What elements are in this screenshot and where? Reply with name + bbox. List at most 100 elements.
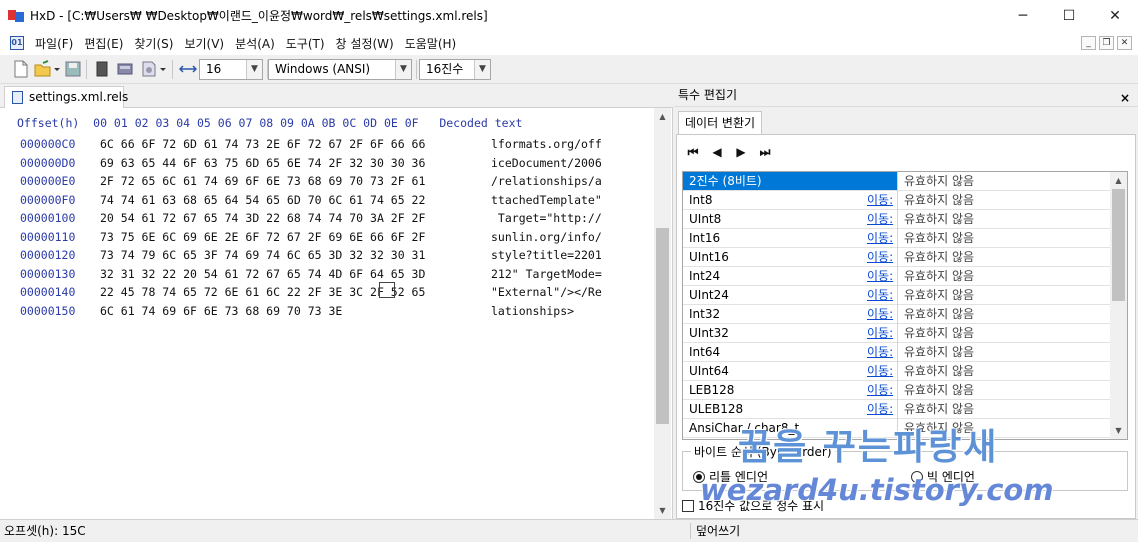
hex-row[interactable]: 00000140 22 45 78 74 65 72 6E 61 6C 22 2F… — [0, 285, 650, 304]
close-button[interactable]: ✕ — [1092, 0, 1138, 31]
new-file-icon[interactable] — [12, 60, 30, 78]
tab-data-inspector[interactable]: 데이터 변환기 — [678, 111, 763, 135]
hex-row[interactable]: 000000D0 69 63 65 44 6F 63 75 6D 65 6E 74… — [0, 156, 650, 175]
row-decoded-text[interactable]: lationships> — [491, 304, 574, 318]
row-hex-bytes[interactable]: 6C 61 74 69 6F 6E 73 68 69 70 73 3E — [100, 304, 342, 318]
data-type-value[interactable]: 유효하지 않음 — [897, 381, 1111, 400]
goto-link[interactable]: 이동: — [867, 324, 893, 342]
row-hex-bytes[interactable]: 69 63 65 44 6F 63 75 6D 65 6E 74 2F 32 3… — [100, 156, 425, 170]
hex-integer-checkbox[interactable]: 16진수 값으로 정수 표시 — [682, 497, 824, 514]
goto-link[interactable]: 이동: — [867, 305, 893, 323]
row-hex-bytes[interactable]: 2F 72 65 6C 61 74 69 6F 6E 73 68 69 70 7… — [100, 174, 425, 188]
menu-search[interactable]: 찾기(S) — [134, 35, 173, 52]
goto-link[interactable]: 이동: — [867, 229, 893, 247]
goto-link[interactable]: 이동: — [867, 191, 893, 209]
data-type-value[interactable]: 유효하지 않음 — [897, 362, 1111, 381]
data-type-value[interactable]: 유효하지 않음 — [897, 172, 1111, 191]
ram-icon[interactable] — [93, 60, 111, 78]
data-type-row[interactable]: Int24 이동: 유효하지 않음 — [683, 267, 1111, 286]
save-icon[interactable] — [64, 60, 82, 78]
data-type-value[interactable]: 유효하지 않음 — [897, 191, 1111, 210]
disk-image-icon[interactable] — [140, 60, 158, 78]
first-icon[interactable]: ⏮ — [685, 145, 701, 160]
hex-row[interactable]: 00000100 20 54 61 72 67 65 74 3D 22 68 74… — [0, 211, 650, 230]
scroll-down-icon[interactable]: ▼ — [654, 502, 671, 519]
row-decoded-text[interactable]: /relationships/a — [491, 174, 602, 188]
mdi-restore-button[interactable]: ❐ — [1099, 36, 1114, 50]
row-decoded-text[interactable]: ttachedTemplate" — [491, 193, 602, 207]
data-type-row[interactable]: UInt8 이동: 유효하지 않음 — [683, 210, 1111, 229]
data-type-row[interactable]: 2진수 (8비트) 유효하지 않음 — [683, 172, 1111, 191]
scroll-thumb[interactable] — [656, 228, 669, 424]
menu-view[interactable]: 보기(V) — [184, 35, 224, 52]
previous-icon[interactable]: ◀ — [709, 145, 725, 160]
bytes-per-row-select[interactable]: 16 ▼ — [199, 59, 263, 80]
tab-settings-xml-rels[interactable]: settings.xml.rels — [4, 86, 128, 109]
data-type-value[interactable]: 유효하지 않음 — [897, 210, 1111, 229]
goto-link[interactable]: 이동: — [867, 381, 893, 399]
data-type-row[interactable]: UInt16 이동: 유효하지 않음 — [683, 248, 1111, 267]
menu-tools[interactable]: 도구(T) — [286, 35, 325, 52]
maximize-button[interactable]: ☐ — [1046, 0, 1092, 31]
mdi-close-button[interactable]: ✕ — [1117, 36, 1132, 50]
data-type-value[interactable]: 유효하지 않음 — [897, 248, 1111, 267]
data-type-value[interactable]: 유효하지 않음 — [897, 229, 1111, 248]
menu-help[interactable]: 도움말(H) — [405, 35, 457, 52]
goto-link[interactable]: 이동: — [867, 400, 893, 418]
data-type-row[interactable]: UInt24 이동: 유효하지 않음 — [683, 286, 1111, 305]
charset-select[interactable]: Windows (ANSI) ▼ — [268, 59, 412, 80]
hex-row[interactable]: 00000120 73 74 79 6C 65 3F 74 69 74 6C 65… — [0, 248, 650, 267]
goto-link[interactable]: 이동: — [867, 362, 893, 380]
row-decoded-text[interactable]: sunlin.org/info/ — [491, 230, 602, 244]
menu-window[interactable]: 창 설정(W) — [336, 35, 394, 52]
row-decoded-text[interactable]: iceDocument/2006 — [491, 156, 602, 170]
goto-link[interactable]: 이동: — [867, 286, 893, 304]
row-hex-bytes[interactable]: 73 75 6E 6C 69 6E 2E 6F 72 67 2F 69 6E 6… — [100, 230, 425, 244]
data-type-value[interactable]: 유효하지 않음 — [897, 400, 1111, 419]
data-table-scrollbar[interactable]: ▲ ▼ — [1110, 172, 1127, 439]
menu-edit[interactable]: 편집(E) — [84, 35, 123, 52]
disk-icon[interactable] — [116, 60, 134, 78]
mdi-minimize-button[interactable]: _ — [1081, 36, 1096, 50]
last-icon[interactable]: ⏭ — [757, 145, 773, 160]
open-dropdown-arrow-icon[interactable] — [52, 60, 62, 78]
row-hex-bytes[interactable]: 20 54 61 72 67 65 74 3D 22 68 74 74 70 3… — [100, 211, 425, 225]
row-decoded-text[interactable]: "External"/></Re — [491, 285, 602, 299]
menu-analysis[interactable]: 분석(A) — [235, 35, 275, 52]
scroll-down-icon[interactable]: ▼ — [1110, 422, 1127, 439]
hex-row[interactable]: 000000E0 2F 72 65 6C 61 74 69 6F 6E 73 68… — [0, 174, 650, 193]
little-endian-radio[interactable]: 리틀 엔디언 — [693, 468, 768, 485]
data-type-row[interactable]: Int64 이동: 유효하지 않음 — [683, 343, 1111, 362]
row-hex-bytes[interactable]: 73 74 79 6C 65 3F 74 69 74 6C 65 3D 32 3… — [100, 248, 425, 262]
hex-vertical-scrollbar[interactable]: ▲ ▼ — [654, 108, 671, 519]
data-type-row[interactable]: UInt64 이동: 유효하지 않음 — [683, 362, 1111, 381]
data-type-value[interactable]: 유효하지 않음 — [897, 419, 1111, 438]
row-hex-bytes[interactable]: 6C 66 6F 72 6D 61 74 73 2E 6F 72 67 2F 6… — [100, 137, 425, 151]
data-type-value[interactable]: 유효하지 않음 — [897, 305, 1111, 324]
hex-row[interactable]: 000000F0 74 74 61 63 68 65 64 54 65 6D 70… — [0, 193, 650, 212]
panel-close-icon[interactable]: × — [1120, 87, 1130, 109]
document-icon[interactable]: 01 — [10, 36, 24, 50]
data-type-row[interactable]: LEB128 이동: 유효하지 않음 — [683, 381, 1111, 400]
scroll-up-icon[interactable]: ▲ — [654, 108, 671, 125]
goto-link[interactable]: 이동: — [867, 210, 893, 228]
data-type-value[interactable]: 유효하지 않음 — [897, 286, 1111, 305]
goto-link[interactable]: 이동: — [867, 248, 893, 266]
data-type-row[interactable]: ULEB128 이동: 유효하지 않음 — [683, 400, 1111, 419]
offset-base-select[interactable]: 16진수 ▼ — [419, 59, 491, 80]
row-hex-bytes[interactable]: 74 74 61 63 68 65 64 54 65 6D 70 6C 61 7… — [100, 193, 425, 207]
row-hex-bytes[interactable]: 32 31 32 22 20 54 61 72 67 65 74 4D 6F 6… — [100, 267, 425, 281]
data-type-table[interactable]: 2진수 (8비트) 유효하지 않음 Int8 이동: 유효하지 않음 UInt8 이동: 유효… — [682, 171, 1128, 440]
menu-file[interactable]: 파일(F) — [35, 35, 73, 52]
disk-dropdown-arrow-icon[interactable] — [158, 60, 168, 78]
row-decoded-text[interactable]: 212" TargetMode= — [491, 267, 602, 281]
data-type-row[interactable]: Int32 이동: 유효하지 않음 — [683, 305, 1111, 324]
data-type-row[interactable]: Int8 이동: 유효하지 않음 — [683, 191, 1111, 210]
hex-row[interactable]: 00000130 32 31 32 22 20 54 61 72 67 65 74… — [0, 267, 650, 286]
hex-editor[interactable]: Offset(h) 00 01 02 03 04 05 06 07 08 09 … — [0, 108, 673, 519]
goto-link[interactable]: 이동: — [867, 267, 893, 285]
row-hex-bytes[interactable]: 22 45 78 74 65 72 6E 61 6C 22 2F 3E 3C 2… — [100, 285, 425, 299]
hex-row[interactable]: 00000150 6C 61 74 69 6F 6E 73 68 69 70 73… — [0, 304, 650, 323]
row-decoded-text[interactable]: style?title=2201 — [491, 248, 602, 262]
row-decoded-text[interactable]: Target="http:// — [491, 211, 602, 225]
